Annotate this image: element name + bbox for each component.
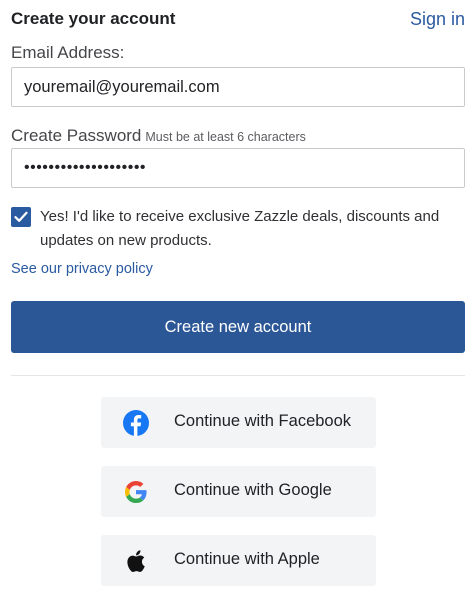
email-field[interactable] — [11, 67, 465, 107]
divider — [11, 375, 465, 376]
privacy-policy-link[interactable]: See our privacy policy — [11, 261, 153, 277]
google-login-button[interactable]: Continue with Google — [101, 466, 376, 517]
checkmark-icon — [14, 211, 28, 222]
create-account-button[interactable]: Create new account — [11, 301, 465, 353]
password-label-text: Create Password — [11, 126, 142, 145]
facebook-icon — [123, 410, 149, 436]
facebook-login-button[interactable]: Continue with Facebook — [101, 397, 376, 448]
apple-icon — [123, 548, 149, 574]
deals-consent-text: Yes! I'd like to receive exclusive Zazzl… — [40, 208, 440, 249]
google-icon — [123, 479, 149, 505]
deals-checkbox[interactable] — [11, 207, 31, 227]
apple-login-label: Continue with Apple — [174, 550, 320, 568]
password-hint: Must be at least 6 characters — [145, 130, 306, 144]
google-login-label: Continue with Google — [174, 481, 332, 499]
header: Create your account Sign in — [11, 6, 465, 32]
apple-login-button[interactable]: Continue with Apple — [101, 535, 376, 586]
email-label: Email Address: — [11, 43, 125, 62]
sign-in-link[interactable]: Sign in — [410, 9, 465, 30]
create-account-form: Create your account Sign in Email Addres… — [0, 0, 474, 595]
page-title: Create your account — [11, 9, 176, 28]
password-label: Create Password Must be at least 6 charac… — [11, 126, 306, 146]
password-field[interactable] — [11, 148, 465, 188]
facebook-login-label: Continue with Facebook — [174, 412, 352, 430]
